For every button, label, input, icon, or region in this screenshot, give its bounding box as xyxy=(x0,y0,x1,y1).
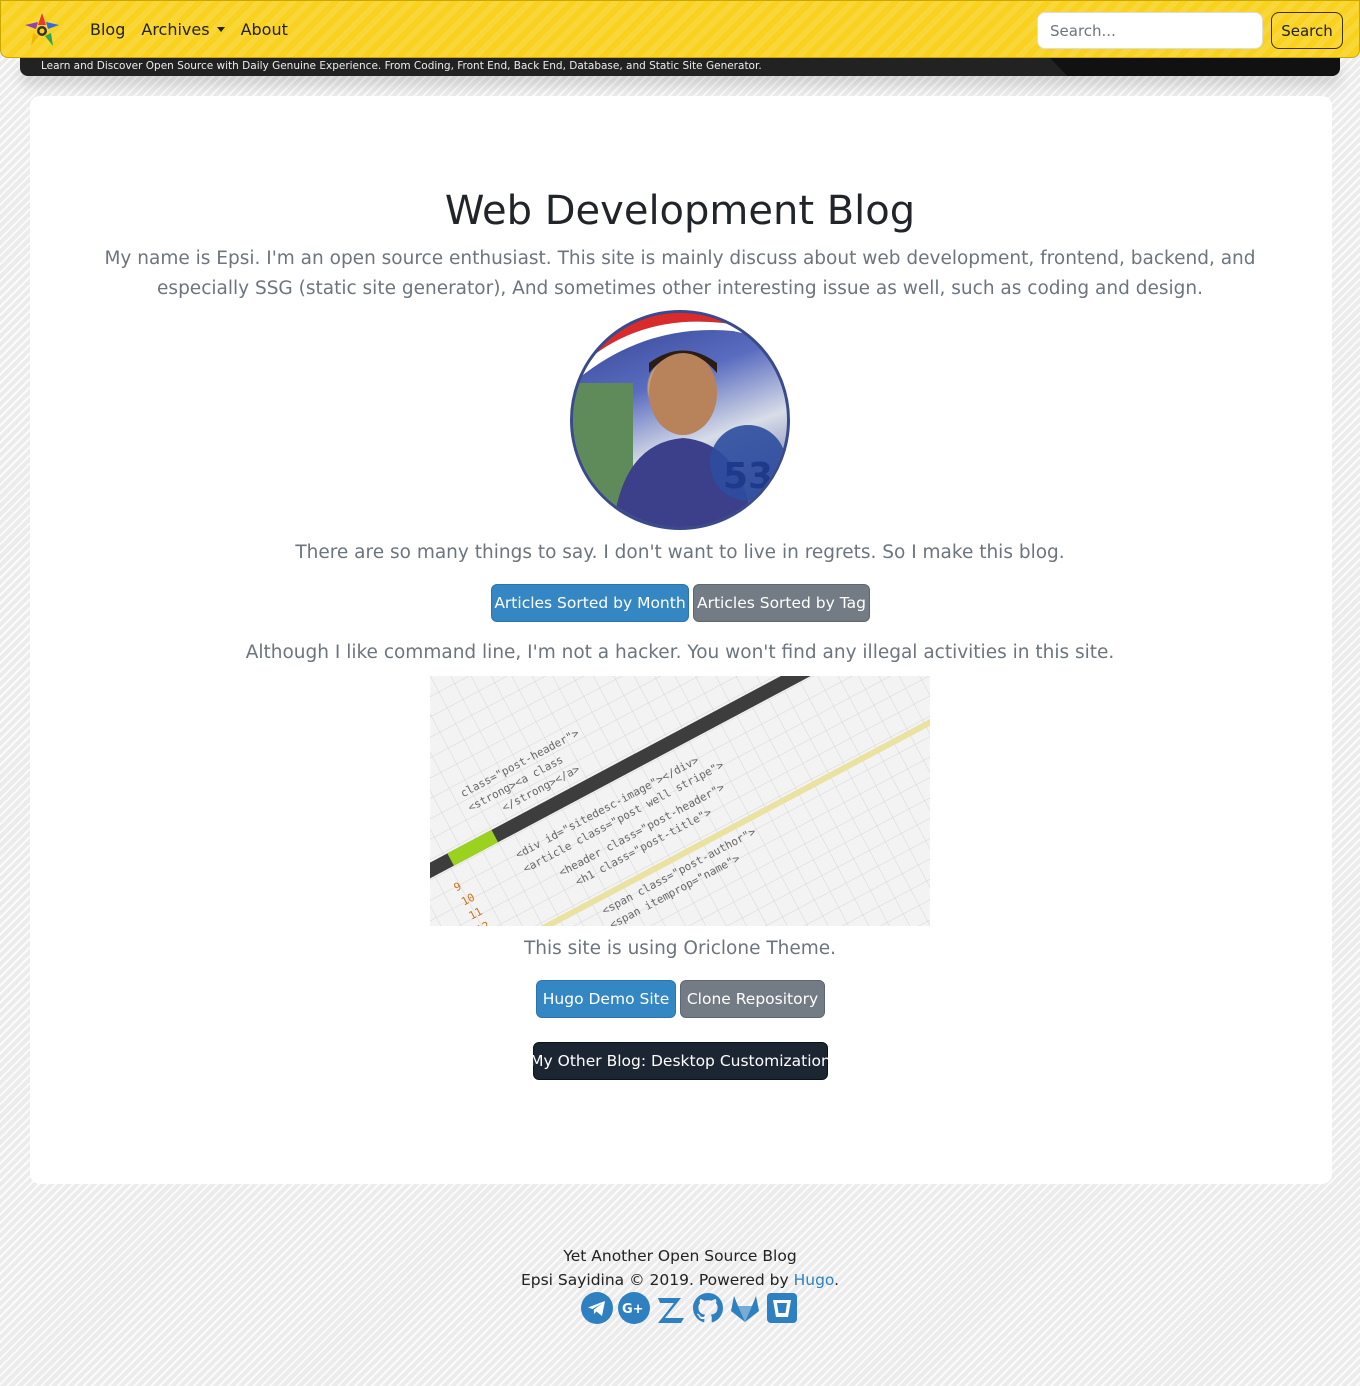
zhihu-icon[interactable] xyxy=(655,1292,687,1324)
hugo-demo-button[interactable]: Hugo Demo Site xyxy=(536,980,676,1018)
footer-copyright-text: Epsi Sayidina © 2019. Powered by xyxy=(520,1271,789,1289)
clone-repository-button[interactable]: Clone Repository xyxy=(680,980,825,1018)
social-links: G+ xyxy=(581,1292,798,1324)
footer-period: . xyxy=(834,1271,840,1289)
google-plus-icon[interactable]: G+ xyxy=(618,1292,650,1324)
footer-title: Yet Another Open Source Blog xyxy=(563,1247,797,1265)
footer-copyright: Epsi Sayidina © 2019. Powered by Hugo. xyxy=(0,1271,1360,1289)
intro-text: My name is Epsi. I'm an open source enth… xyxy=(104,248,1256,299)
telegram-icon[interactable] xyxy=(581,1292,613,1324)
page-title: Web Development Blog xyxy=(444,188,916,234)
hacker-text: Although I like command line, I'm not a … xyxy=(245,642,1115,663)
navbar: Blog Archives About Search xyxy=(0,0,1360,58)
nav-archives-dropdown[interactable]: Archives xyxy=(141,20,225,39)
theme-text: This site is using Oriclone Theme. xyxy=(523,938,837,959)
search-button[interactable]: Search xyxy=(1271,12,1343,49)
regrets-text: There are so many things to say. I don't… xyxy=(295,542,1065,563)
gitlab-icon[interactable] xyxy=(729,1292,761,1324)
other-blog-button[interactable]: My Other Blog: Desktop Customization xyxy=(530,1042,831,1080)
bitbucket-icon[interactable] xyxy=(766,1292,798,1324)
hugo-link[interactable]: Hugo xyxy=(794,1271,835,1289)
nav-blog-link[interactable]: Blog xyxy=(90,20,125,39)
chevron-down-icon xyxy=(216,27,225,32)
github-icon[interactable] xyxy=(692,1292,724,1324)
search-input[interactable] xyxy=(1037,12,1263,49)
svg-text:G+: G+ xyxy=(622,1302,644,1317)
articles-by-tag-button[interactable]: Articles Sorted by Tag xyxy=(693,584,870,622)
avatar: 53 xyxy=(570,310,790,530)
articles-by-month-button[interactable]: Articles Sorted by Month xyxy=(491,584,689,622)
code-editor-image: class="post-header"> <strong><a class </… xyxy=(430,676,930,926)
tagline-bar: Learn and Discover Open Source with Dail… xyxy=(20,58,1340,76)
nav-archives-label: Archives xyxy=(141,20,210,39)
site-tagline: Learn and Discover Open Source with Dail… xyxy=(41,60,762,72)
site-logo-icon[interactable] xyxy=(21,11,63,51)
nav-about-link[interactable]: About xyxy=(241,20,288,39)
